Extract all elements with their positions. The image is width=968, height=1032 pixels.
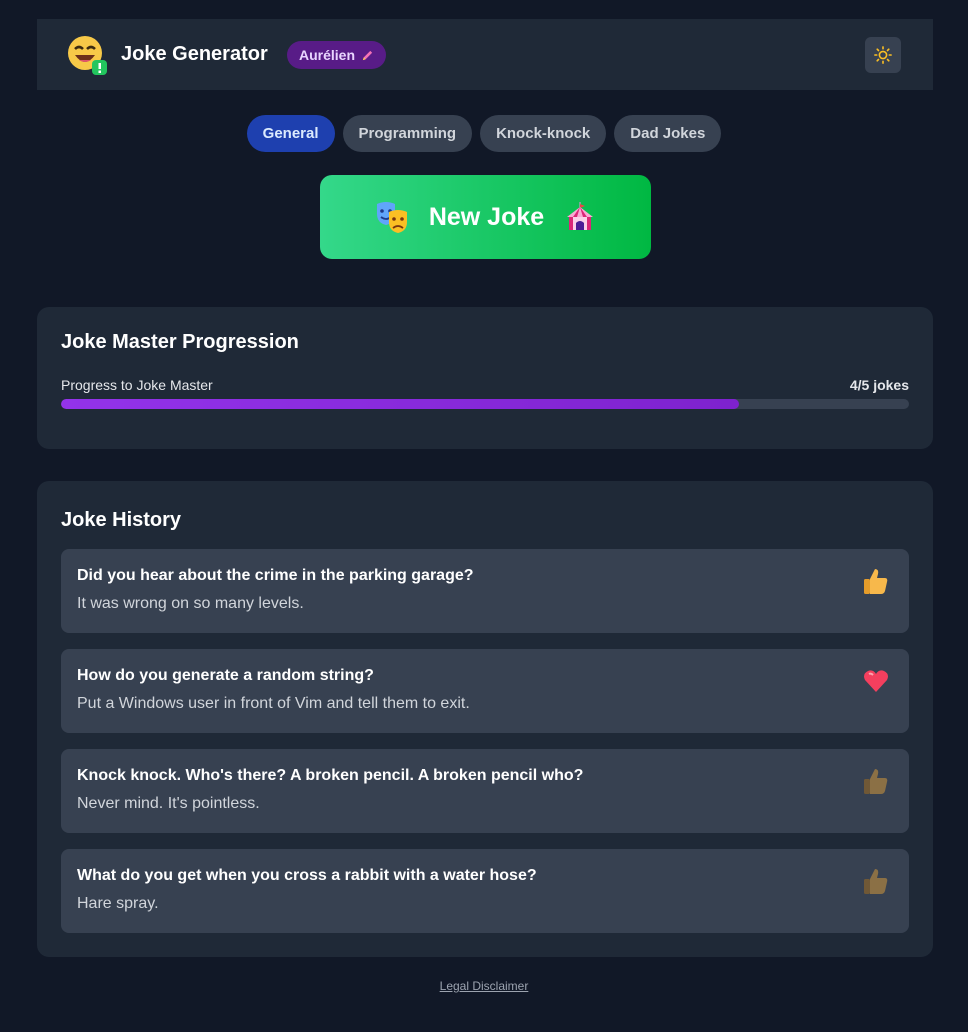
joke-punchline: Never mind. It's pointless. (77, 795, 260, 812)
app-title: Joke Generator (121, 43, 268, 65)
history-card: Joke History Did you hear about the crim… (37, 481, 933, 957)
category-tabs: General Programming Knock-knock Dad Joke… (0, 115, 968, 152)
joke-setup: What do you get when you cross a rabbit … (77, 867, 537, 884)
history-title: Joke History (61, 509, 182, 531)
progress-bar (61, 399, 909, 409)
progress-bar-fill (61, 399, 740, 409)
heart-icon[interactable] (863, 667, 889, 695)
legal-disclaimer-link[interactable]: Legal Disclaimer (0, 979, 968, 993)
tab-programming[interactable]: Programming (342, 115, 473, 152)
joke-punchline: Hare spray. (77, 895, 159, 912)
joke-setup: How do you generate a random string? (77, 667, 374, 684)
tab-knock-knock[interactable]: Knock-knock (480, 115, 607, 152)
progress-title: Joke Master Progression (61, 331, 299, 353)
history-item: How do you generate a random string? Put… (61, 649, 909, 733)
user-name: Aurélien (299, 47, 356, 63)
pencil-icon[interactable] (361, 49, 374, 62)
theme-toggle-button[interactable] (865, 37, 901, 73)
thumbs-up-dim-icon[interactable] (863, 767, 889, 795)
history-item: What do you get when you cross a rabbit … (61, 849, 909, 933)
circus-tent-icon (567, 202, 594, 230)
progress-count: 4/5 jokes (849, 377, 909, 393)
progress-info: Progress to Joke Master 4/5 jokes (61, 377, 909, 393)
joke-setup: Did you hear about the crime in the park… (77, 567, 474, 584)
joke-punchline: It was wrong on so many levels. (77, 595, 304, 612)
history-item: Knock knock. Who's there? A broken penci… (61, 749, 909, 833)
tab-general[interactable]: General (246, 115, 335, 152)
app-header: Joke Generator Aurélien (37, 19, 933, 90)
sun-icon (874, 46, 892, 64)
progress-card: Joke Master Progression Progress to Joke… (37, 307, 933, 449)
joke-setup: Knock knock. Who's there? A broken penci… (77, 767, 584, 784)
new-joke-label: New Joke (428, 202, 545, 231)
new-joke-button[interactable]: New Joke (320, 175, 651, 259)
user-badge[interactable]: Aurélien (287, 41, 387, 69)
tab-dad-jokes[interactable]: Dad Jokes (614, 115, 722, 152)
theater-masks-icon (376, 202, 407, 233)
joke-punchline: Put a Windows user in front of Vim and t… (77, 695, 470, 712)
laughing-face-icon (68, 36, 107, 75)
history-item: Did you hear about the crime in the park… (61, 549, 909, 633)
thumbs-up-dim-icon[interactable] (863, 867, 889, 895)
thumbs-up-icon[interactable] (863, 567, 889, 595)
progress-label: Progress to Joke Master (61, 377, 213, 393)
